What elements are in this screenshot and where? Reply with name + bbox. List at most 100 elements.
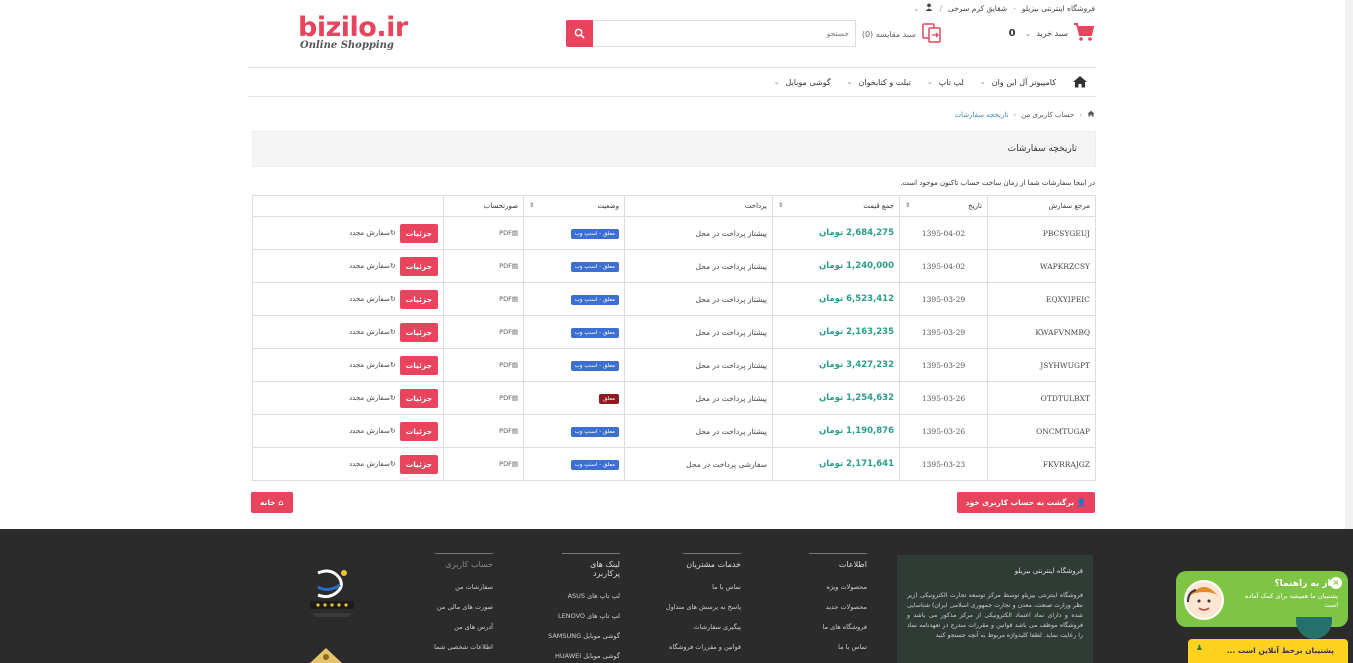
nav-item-all-in-one[interactable]: کامپیوتر آل این وان ⌄: [980, 78, 1056, 87]
pdf-link[interactable]: ▤PDF: [499, 295, 518, 303]
footer-link[interactable]: محصولات جدید: [809, 603, 867, 623]
reorder-link[interactable]: ↻سفارش مجدد: [349, 427, 396, 435]
reorder-link[interactable]: ↻سفارش مجدد: [349, 295, 396, 303]
home-icon[interactable]: [1087, 110, 1095, 119]
order-status-cell: معلق - اسنپ وب: [523, 216, 625, 250]
close-icon[interactable]: ×: [1330, 577, 1342, 589]
breadcrumb-account[interactable]: حساب کاربری من: [1021, 111, 1074, 119]
actions-cell: جزئیات ↻سفارش مجدد: [252, 414, 444, 448]
pdf-link[interactable]: ▤PDF: [499, 328, 518, 336]
details-button[interactable]: جزئیات: [399, 322, 438, 342]
col-invoice[interactable]: صورتحساب: [443, 195, 524, 217]
pdf-link[interactable]: ▤PDF: [499, 460, 518, 468]
details-button[interactable]: جزئیات: [399, 355, 438, 375]
reorder-link[interactable]: ↻سفارش مجدد: [349, 328, 396, 336]
order-date: 1395-04-02: [899, 249, 988, 283]
order-payment: سفارشی پرداخت در محل: [624, 447, 773, 481]
table-header-row: مرجع سفارش تاریخ ⇕ جمع قیمت ⇕ پرداخت وضعیت…: [252, 195, 1096, 217]
nav-item-mobile[interactable]: گوشی موبایل ⌄: [774, 78, 831, 87]
invoice-cell: ▤PDF: [443, 414, 524, 448]
compare-basket[interactable]: سبد مقایسه (0): [862, 22, 943, 46]
footer-link[interactable]: پاسخ به پرسش های متداول: [666, 603, 741, 623]
order-total: 3,427,232 تومان: [772, 348, 900, 382]
trust-seal-icon[interactable]: [304, 565, 358, 620]
details-button[interactable]: جزئیات: [399, 421, 438, 441]
actions-cell: جزئیات ↻سفارش مجدد: [252, 447, 444, 481]
footer-link[interactable]: لپ تاپ های ASUS: [548, 592, 620, 612]
footer-link[interactable]: محصولات ویژه: [809, 583, 867, 603]
reorder-link[interactable]: ↻سفارش مجدد: [349, 361, 396, 369]
pdf-link[interactable]: ▤PDF: [499, 394, 518, 402]
order-status-cell: معلق - اسنپ وب: [523, 414, 625, 448]
user-icon[interactable]: [925, 3, 933, 13]
footer-link[interactable]: اطلاعات شخصی شما: [434, 643, 493, 663]
chevron-down-icon: ⌄: [773, 78, 780, 86]
details-button[interactable]: جزئیات: [399, 454, 438, 474]
home-icon[interactable]: [1072, 75, 1088, 90]
cart[interactable]: سبد خرید ⌄ 0: [1009, 22, 1095, 44]
col-total[interactable]: جمع قیمت ⇕: [772, 195, 900, 217]
search-input[interactable]: [593, 20, 856, 47]
site-logo[interactable]: bizilo.ir Online Shopping: [298, 14, 408, 58]
status-badge: معلق - اسنپ وب: [570, 261, 619, 272]
nav-item-tablet[interactable]: تبلت و کتابخوان ⌄: [847, 78, 911, 87]
order-total: 1,254,632 تومان: [772, 381, 900, 415]
chevron-down-icon: ⌄: [926, 78, 933, 86]
chevron-down-icon: ⌄: [1024, 28, 1032, 38]
refresh-icon: ↻: [389, 394, 396, 402]
cart-label: سبد خرید: [1036, 28, 1068, 38]
footer-link[interactable]: تماس با ما: [809, 643, 867, 663]
footer-link[interactable]: فروشگاه های ما: [809, 623, 867, 643]
refresh-icon: ↻: [389, 328, 396, 336]
pdf-link[interactable]: ▤PDF: [499, 427, 518, 435]
reorder-link[interactable]: ↻سفارش مجدد: [349, 262, 396, 270]
refresh-icon: ↻: [389, 460, 396, 468]
details-button[interactable]: جزئیات: [399, 256, 438, 276]
reorder-link[interactable]: ↻سفارش مجدد: [349, 394, 396, 402]
details-button[interactable]: جزئیات: [399, 223, 438, 243]
col-ref[interactable]: مرجع سفارش: [987, 195, 1096, 217]
back-to-account-button[interactable]: 👤 برگشت به حساب کاربری خود: [956, 492, 1095, 513]
file-icon: ▤: [511, 295, 518, 303]
pdf-link[interactable]: ▤PDF: [499, 229, 518, 237]
cart-icon: [1073, 22, 1095, 44]
col-date[interactable]: تاریخ ⇕: [899, 195, 988, 217]
file-icon: ▤: [511, 460, 518, 468]
footer-link[interactable]: سفارشات من: [434, 583, 493, 603]
order-status-cell: معلق - اسنپ وب: [523, 315, 625, 349]
col-payment[interactable]: پرداخت: [624, 195, 773, 217]
col-status[interactable]: وضعیت ⇕: [523, 195, 625, 217]
home-icon: ⌂: [278, 498, 284, 507]
store-name[interactable]: فروشگاه اینترنتی بیزیلو: [1022, 4, 1095, 13]
samandehi-seal-icon[interactable]: [306, 646, 346, 663]
scrollbar[interactable]: [1345, 0, 1353, 529]
details-button[interactable]: جزئیات: [399, 289, 438, 309]
file-icon: ▤: [511, 328, 518, 336]
footer-link[interactable]: گوشی موبایل HUAWEI: [548, 652, 620, 663]
details-button[interactable]: جزئیات: [399, 388, 438, 408]
footer-link[interactable]: گوشی موبایل SAMSUNG: [548, 632, 620, 652]
pdf-link[interactable]: ▤PDF: [499, 361, 518, 369]
footer-link[interactable]: صورت های مالی من: [434, 603, 493, 623]
help-title: نیاز به راهنما؟: [1274, 579, 1338, 589]
footer-link[interactable]: آدرس های من: [434, 623, 493, 643]
footer-link[interactable]: پیگیری سفارشات: [666, 623, 741, 643]
file-icon: ▤: [511, 427, 518, 435]
order-status-cell: معلق: [523, 381, 625, 415]
nav-item-laptop[interactable]: لپ تاپ ⌄: [927, 78, 964, 87]
reorder-link[interactable]: ↻سفارش مجدد: [349, 229, 396, 237]
chevron-down-icon[interactable]: ⌄: [913, 4, 919, 13]
footer-link[interactable]: قوانین و مقررات فروشگاه: [666, 643, 741, 663]
status-badge: معلق - اسنپ وب: [570, 426, 619, 437]
footer-link[interactable]: لپ تاپ های LENOVO: [548, 612, 620, 632]
home-button[interactable]: ⌂ خانه: [251, 492, 293, 513]
reorder-link[interactable]: ↻سفارش مجدد: [349, 460, 396, 468]
pdf-link[interactable]: ▤PDF: [499, 262, 518, 270]
online-support-bar[interactable]: پشتیبان برخط آنلاین است ... ♟: [1188, 639, 1348, 663]
user-name[interactable]: شقایق کرم سرخی: [948, 4, 1007, 13]
orders-table: مرجع سفارش تاریخ ⇕ جمع قیمت ⇕ پرداخت وضعیت…: [252, 195, 1096, 481]
footer-link[interactable]: تماس با ما: [666, 583, 741, 603]
actions-cell: جزئیات ↻سفارش مجدد: [252, 282, 444, 316]
order-status-cell: معلق - اسنپ وب: [523, 249, 625, 283]
search-button[interactable]: [566, 20, 593, 47]
